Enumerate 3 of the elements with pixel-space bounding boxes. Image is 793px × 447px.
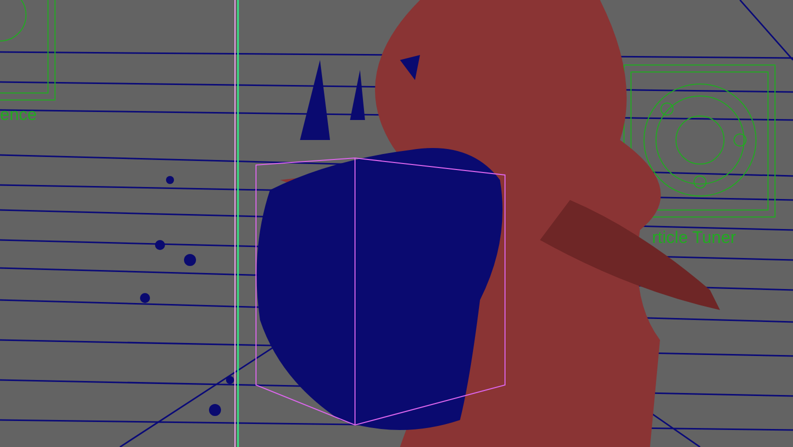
locator-icon (0, 0, 56, 100)
node-label: rticle Tuner (652, 229, 736, 246)
node-label: ence (0, 106, 37, 123)
